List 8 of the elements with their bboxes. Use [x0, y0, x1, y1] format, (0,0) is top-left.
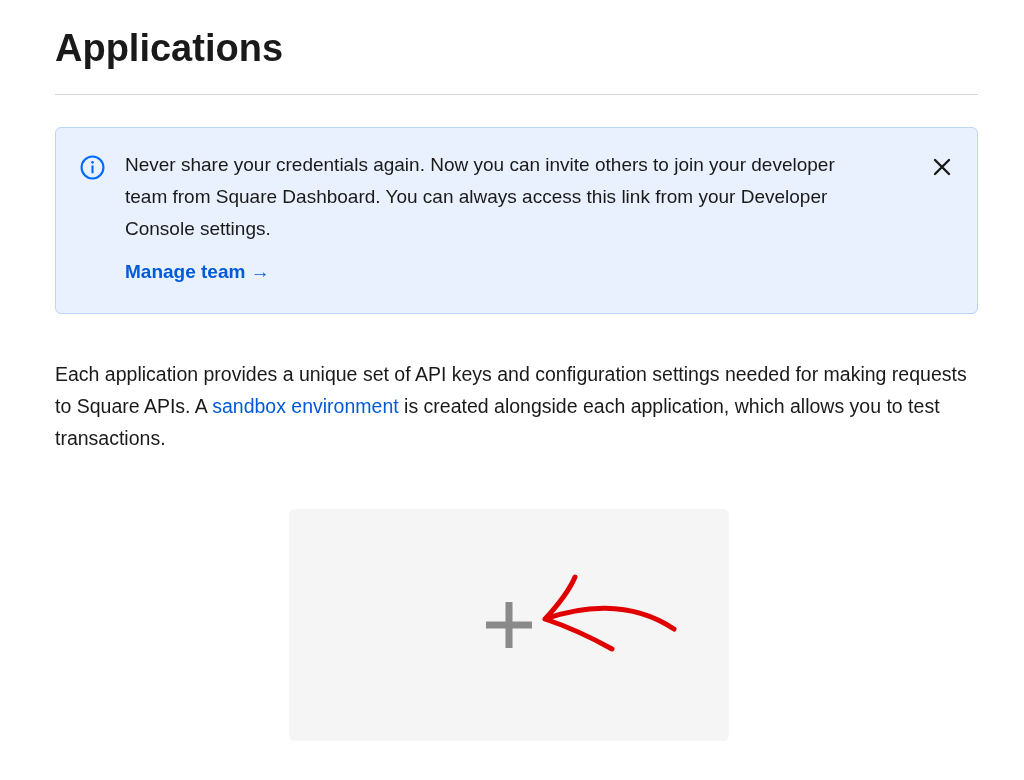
- description-paragraph: Each application provides a unique set of API keys and configuration settings needed for making requests to Square APIs. A sandbox environment is created alongside each application, which allows you to test transactions.: [55, 362, 968, 451]
- banner-message: Never share your credentials again. Now you can invite others to join your developer team from Square Dashboard. You can always access this link from your Developer Console settings.: [125, 153, 836, 241]
- page-title: Applications: [55, 26, 284, 71]
- close-icon[interactable]: [933, 158, 951, 176]
- manage-team-link[interactable]: Manage team →: [125, 260, 270, 284]
- plus-icon: [484, 600, 534, 650]
- info-icon: [80, 155, 105, 180]
- sandbox-environment-link[interactable]: sandbox environment: [212, 395, 399, 417]
